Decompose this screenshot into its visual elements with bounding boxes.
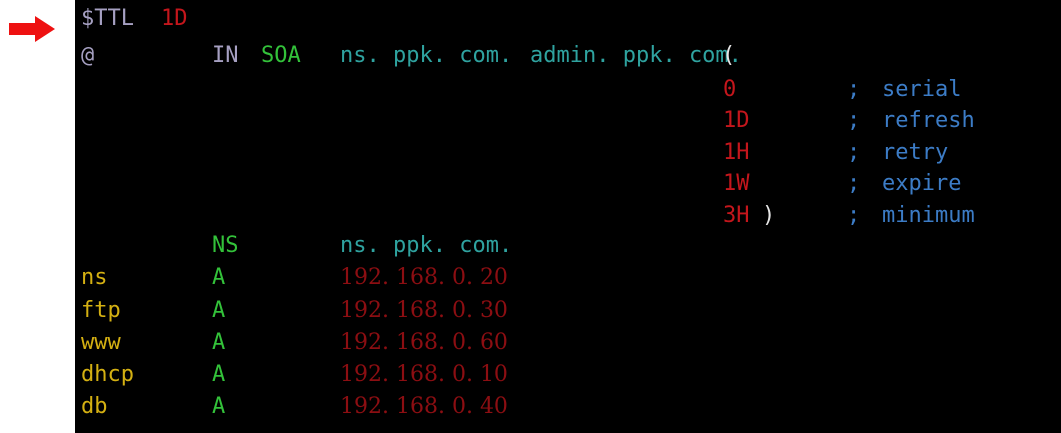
a-record-name: db — [81, 394, 108, 419]
a-record-type: A — [212, 330, 226, 355]
soa-comment-sep: ; — [847, 108, 861, 133]
a-record-name: dhcp — [81, 362, 134, 387]
soa-field-value: 1H — [723, 140, 750, 165]
soa-field-value: 1W — [723, 171, 750, 196]
a-record-name: ftp — [81, 298, 121, 323]
terminal-window: $TTL 1D @ IN SOA ns. ppk. com. admin. pp… — [75, 0, 1061, 433]
a-record-ip: 192. 168. 0. 20 — [340, 265, 508, 290]
a-record-ip: 192. 168. 0. 40 — [340, 394, 508, 419]
soa-comment: minimum — [882, 203, 975, 228]
a-record-type: A — [212, 362, 226, 387]
soa-comment: refresh — [882, 108, 975, 133]
ttl-keyword: $TTL — [81, 6, 134, 31]
soa-comment: expire — [882, 171, 962, 196]
soa-comment-sep: ; — [847, 140, 861, 165]
a-record-ip: 192. 168. 0. 30 — [340, 298, 508, 323]
soa-primary-ns: ns. ppk. com. — [340, 43, 513, 68]
a-record-type: A — [212, 394, 226, 419]
soa-comment-sep: ; — [847, 203, 861, 228]
soa-field-value: 0 — [723, 77, 737, 102]
a-record-type: A — [212, 265, 226, 290]
ns-record-type: NS — [212, 233, 239, 258]
a-record-name: ns — [81, 265, 108, 290]
ttl-value: 1D — [161, 6, 188, 31]
a-record-ip: 192. 168. 0. 10 — [340, 362, 508, 387]
soa-field-value: 1D — [723, 108, 750, 133]
soa-comment-sep: ; — [847, 77, 861, 102]
soa-close-paren: ) — [762, 203, 776, 228]
soa-type: SOA — [261, 43, 301, 68]
right-arrow-icon — [9, 16, 55, 42]
soa-open-paren: ( — [722, 43, 736, 68]
soa-field-value: 3H — [723, 203, 750, 228]
a-record-ip: 192. 168. 0. 60 — [340, 330, 508, 355]
a-record-type: A — [212, 298, 226, 323]
soa-comment: serial — [882, 77, 962, 102]
soa-admin: admin. ppk. com. — [530, 43, 742, 68]
soa-comment: retry — [882, 140, 949, 165]
soa-class: IN — [212, 43, 239, 68]
ns-record-value: ns. ppk. com. — [340, 233, 513, 258]
soa-origin: @ — [81, 43, 95, 68]
soa-comment-sep: ; — [847, 171, 861, 196]
a-record-name: www — [81, 330, 121, 355]
